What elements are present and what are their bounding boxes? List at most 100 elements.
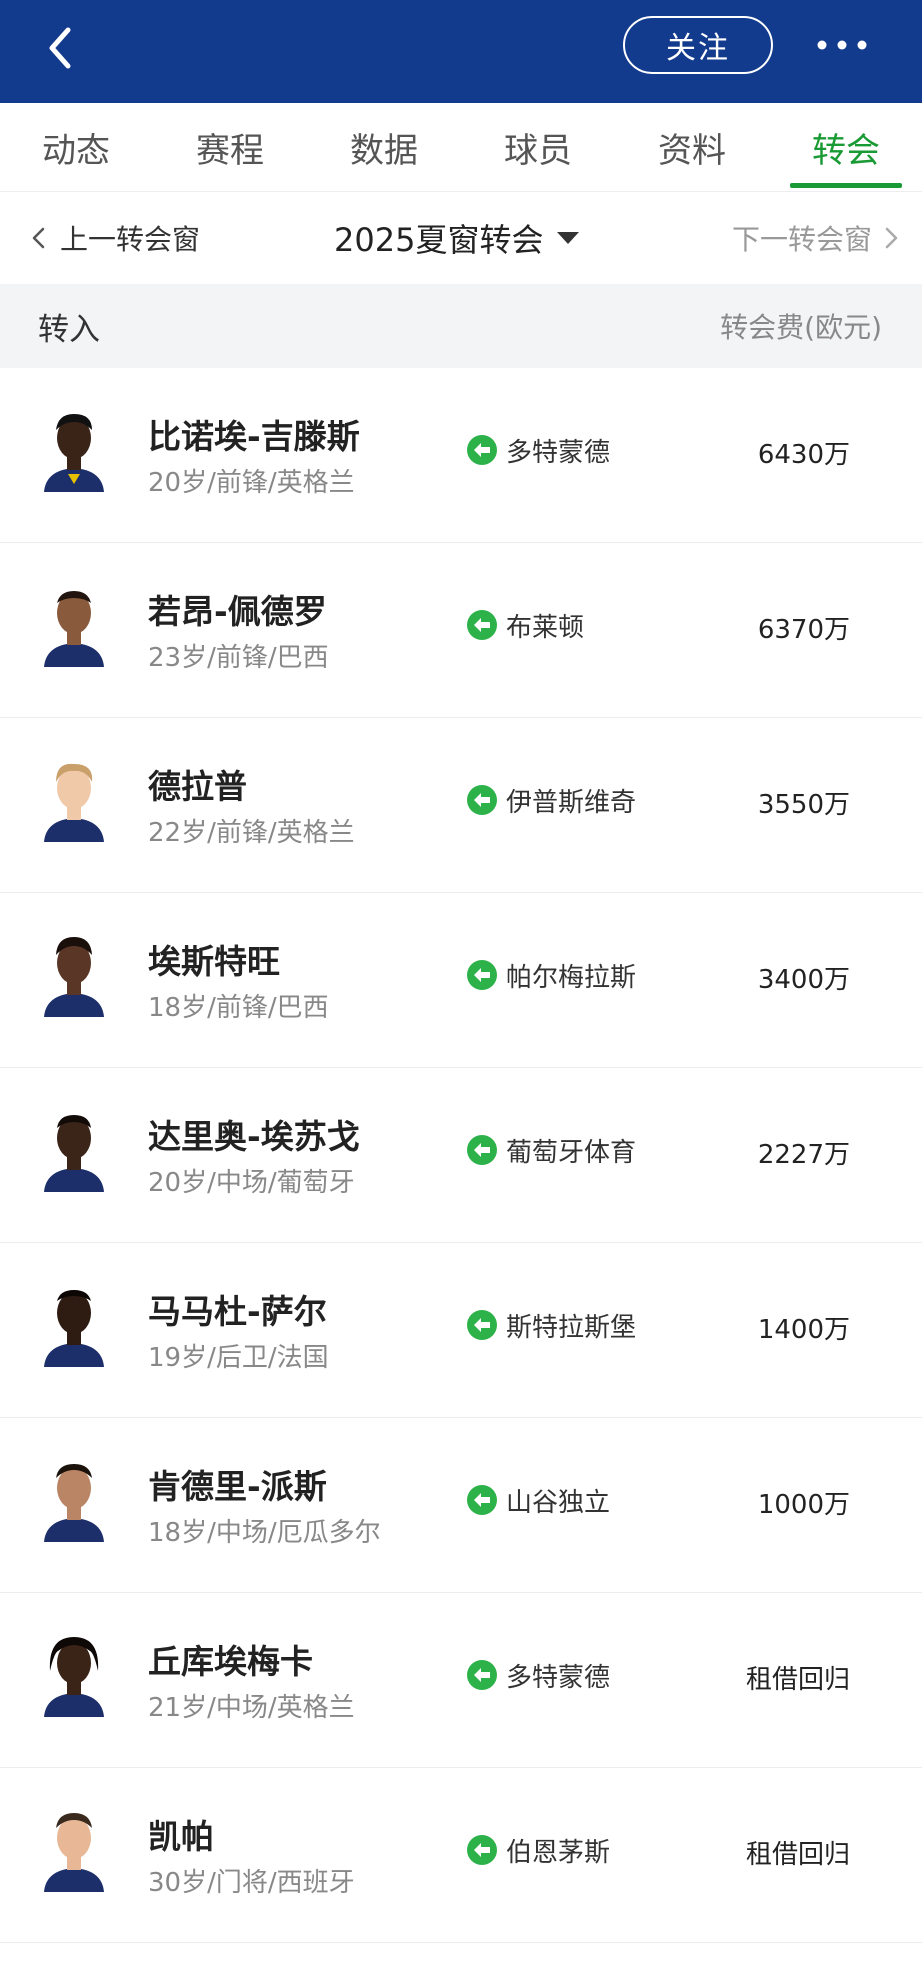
from-club-name: 多特蒙德 [506, 1662, 611, 1693]
from-club-name: 布莱顿 [506, 612, 585, 643]
arrow-left-circle-icon [467, 435, 497, 465]
arrow-left-circle-icon [467, 960, 497, 990]
next-window-button[interactable]: 下一转会窗 [732, 216, 902, 260]
follow-button[interactable]: 关注 [623, 16, 773, 74]
section-title: 转入 [38, 312, 100, 348]
caret-down-icon [557, 232, 580, 244]
transfer-fee: 租借回归 [745, 1840, 850, 1870]
avatar [40, 931, 108, 1017]
from-club-name: 山谷独立 [506, 1487, 611, 1518]
from-club-name: 斯特拉斯堡 [506, 1312, 637, 1343]
from-club-name: 伊普斯维奇 [506, 787, 637, 818]
list-item[interactable]: 马马杜-萨尔 19岁/后卫/法国 斯特拉斯堡 1400万 [0, 1243, 922, 1418]
list-item[interactable]: 丘库埃梅卡 21岁/中场/英格兰 多特蒙德 租借回归 [0, 1593, 922, 1768]
tab-stats[interactable]: 数据 [324, 103, 444, 191]
avatar [40, 406, 108, 492]
transfer-fee: 3400万 [757, 965, 850, 995]
tab-players[interactable]: 球员 [478, 103, 598, 191]
back-button[interactable] [40, 22, 84, 74]
prev-window-button[interactable]: 上一转会窗 [28, 216, 200, 260]
transfer-list: 比诺埃-吉滕斯 20岁/前锋/英格兰 多特蒙德 6430万 若昂-佩德罗 23岁… [0, 368, 922, 1943]
player-info: 18岁/中场/厄瓜多尔 [148, 1518, 381, 1548]
from-club-name: 帕尔梅拉斯 [506, 962, 637, 993]
transfer-fee: 租借回归 [745, 1665, 850, 1695]
more-button[interactable] [812, 30, 872, 60]
arrow-left-circle-icon [467, 1835, 497, 1865]
from-club: 布莱顿 [466, 607, 584, 643]
player-info: 20岁/前锋/英格兰 [148, 468, 355, 498]
transfer-fee: 3550万 [757, 790, 850, 820]
transfer-fee: 6370万 [757, 615, 850, 645]
tab-transfers[interactable]: 转会 [786, 103, 906, 191]
current-window-dropdown[interactable]: 2025夏窗转会 [334, 212, 581, 264]
current-window-label: 2025夏窗转会 [334, 221, 544, 259]
prev-window-label: 上一转会窗 [60, 223, 201, 256]
from-club-name: 葡萄牙体育 [506, 1137, 637, 1168]
player-name: 德拉普 [148, 767, 247, 806]
from-club: 多特蒙德 [466, 1657, 610, 1693]
tab-bar: 动态 赛程 数据 球员 资料 转会 [0, 103, 922, 192]
transfer-window-selector: 上一转会窗 2025夏窗转会 下一转会窗 [0, 192, 922, 284]
avatar [40, 1106, 108, 1192]
from-club: 多特蒙德 [466, 432, 610, 468]
player-name: 马马杜-萨尔 [148, 1292, 327, 1331]
from-club: 帕尔梅拉斯 [466, 957, 636, 993]
top-bar: 关注 [0, 0, 922, 103]
from-club-name: 伯恩茅斯 [506, 1837, 611, 1868]
player-name: 凯帕 [148, 1817, 214, 1856]
list-item[interactable]: 达里奥-埃苏戈 20岁/中场/葡萄牙 葡萄牙体育 2227万 [0, 1068, 922, 1243]
tab-info[interactable]: 资料 [632, 103, 752, 191]
fee-column-header: 转会费(欧元) [720, 311, 882, 344]
arrow-left-circle-icon [467, 785, 497, 815]
arrow-left-circle-icon [467, 610, 497, 640]
arrow-left-circle-icon [467, 1310, 497, 1340]
from-club: 山谷独立 [466, 1482, 610, 1518]
list-item[interactable]: 凯帕 30岁/门将/西班牙 伯恩茅斯 租借回归 [0, 1768, 922, 1943]
player-name: 若昂-佩德罗 [148, 592, 327, 631]
player-info: 23岁/前锋/巴西 [148, 643, 329, 673]
player-info: 22岁/前锋/英格兰 [148, 818, 355, 848]
avatar [40, 1456, 108, 1542]
transfer-fee: 1000万 [757, 1490, 850, 1520]
player-name: 比诺埃-吉滕斯 [148, 417, 360, 456]
arrow-left-circle-icon [467, 1485, 497, 1515]
player-info: 18岁/前锋/巴西 [148, 993, 329, 1023]
transfer-fee: 6430万 [757, 440, 850, 470]
transfer-fee: 2227万 [757, 1140, 850, 1170]
from-club: 伊普斯维奇 [466, 782, 636, 818]
from-club: 斯特拉斯堡 [466, 1307, 636, 1343]
from-club: 葡萄牙体育 [466, 1132, 636, 1168]
active-tab-indicator [790, 183, 902, 188]
arrow-left-circle-icon [467, 1135, 497, 1165]
list-item[interactable]: 德拉普 22岁/前锋/英格兰 伊普斯维奇 3550万 [0, 718, 922, 893]
player-info: 20岁/中场/葡萄牙 [148, 1168, 355, 1198]
chevron-left-icon [32, 227, 45, 249]
avatar [40, 581, 108, 667]
player-info: 21岁/中场/英格兰 [148, 1693, 355, 1723]
arrow-left-circle-icon [467, 1660, 497, 1690]
player-info: 19岁/后卫/法国 [148, 1343, 329, 1373]
avatar [40, 1631, 108, 1717]
chevron-left-icon [49, 27, 71, 69]
player-info: 30岁/门将/西班牙 [148, 1868, 355, 1898]
next-window-label: 下一转会窗 [731, 223, 872, 256]
chevron-right-icon [885, 227, 898, 249]
player-name: 达里奥-埃苏戈 [148, 1117, 360, 1156]
from-club: 伯恩茅斯 [466, 1832, 610, 1868]
tab-schedule[interactable]: 赛程 [170, 103, 290, 191]
player-name: 埃斯特旺 [148, 942, 280, 981]
list-item[interactable]: 若昂-佩德罗 23岁/前锋/巴西 布莱顿 6370万 [0, 543, 922, 718]
list-item[interactable]: 比诺埃-吉滕斯 20岁/前锋/英格兰 多特蒙德 6430万 [0, 368, 922, 543]
transfer-fee: 1400万 [757, 1315, 850, 1345]
incoming-section-header: 转入 转会费(欧元) [0, 284, 922, 368]
avatar [40, 1806, 108, 1892]
from-club-name: 多特蒙德 [506, 437, 611, 468]
list-item[interactable]: 肯德里-派斯 18岁/中场/厄瓜多尔 山谷独立 1000万 [0, 1418, 922, 1593]
more-dots-icon [817, 40, 867, 50]
avatar [40, 1281, 108, 1367]
player-name: 丘库埃梅卡 [148, 1642, 313, 1681]
list-item[interactable]: 埃斯特旺 18岁/前锋/巴西 帕尔梅拉斯 3400万 [0, 893, 922, 1068]
tab-news[interactable]: 动态 [16, 103, 136, 191]
player-name: 肯德里-派斯 [148, 1467, 327, 1506]
avatar [40, 756, 108, 842]
